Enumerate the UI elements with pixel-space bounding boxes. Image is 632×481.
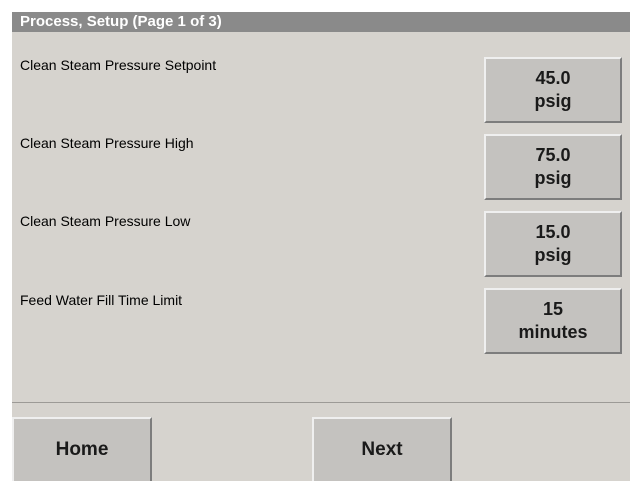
fill-time-value-button[interactable]: 15 minutes [484, 288, 622, 354]
home-button[interactable]: Home [12, 417, 152, 481]
setup-panel: Process, Setup (Page 1 of 3) Clean Steam… [12, 12, 630, 481]
value-text: 15 [542, 299, 564, 319]
unit-text: psig [534, 245, 572, 265]
steam-high-value-button[interactable]: 75.0 psig [484, 134, 622, 200]
steam-setpoint-value-button[interactable]: 45.0 psig [484, 57, 622, 123]
steam-low-value-button[interactable]: 15.0 psig [484, 211, 622, 277]
value-text: 45.0 [535, 68, 571, 88]
param-label-steam-setpoint: Clean Steam Pressure Setpoint [20, 57, 217, 73]
value-text: 75.0 [535, 145, 571, 165]
value-text: 15.0 [535, 222, 571, 242]
param-label-steam-high: Clean Steam Pressure High [20, 135, 194, 151]
next-button[interactable]: Next [312, 417, 452, 481]
unit-text: minutes [518, 322, 588, 342]
unit-text: psig [534, 168, 572, 188]
param-label-fill-time: Feed Water Fill Time Limit [20, 292, 183, 308]
page-title: Process, Setup (Page 1 of 3) [12, 12, 630, 32]
hmi-screen: Process, Setup (Page 1 of 3) Clean Steam… [0, 0, 632, 481]
param-label-steam-low: Clean Steam Pressure Low [20, 213, 191, 229]
unit-text: psig [534, 91, 572, 111]
